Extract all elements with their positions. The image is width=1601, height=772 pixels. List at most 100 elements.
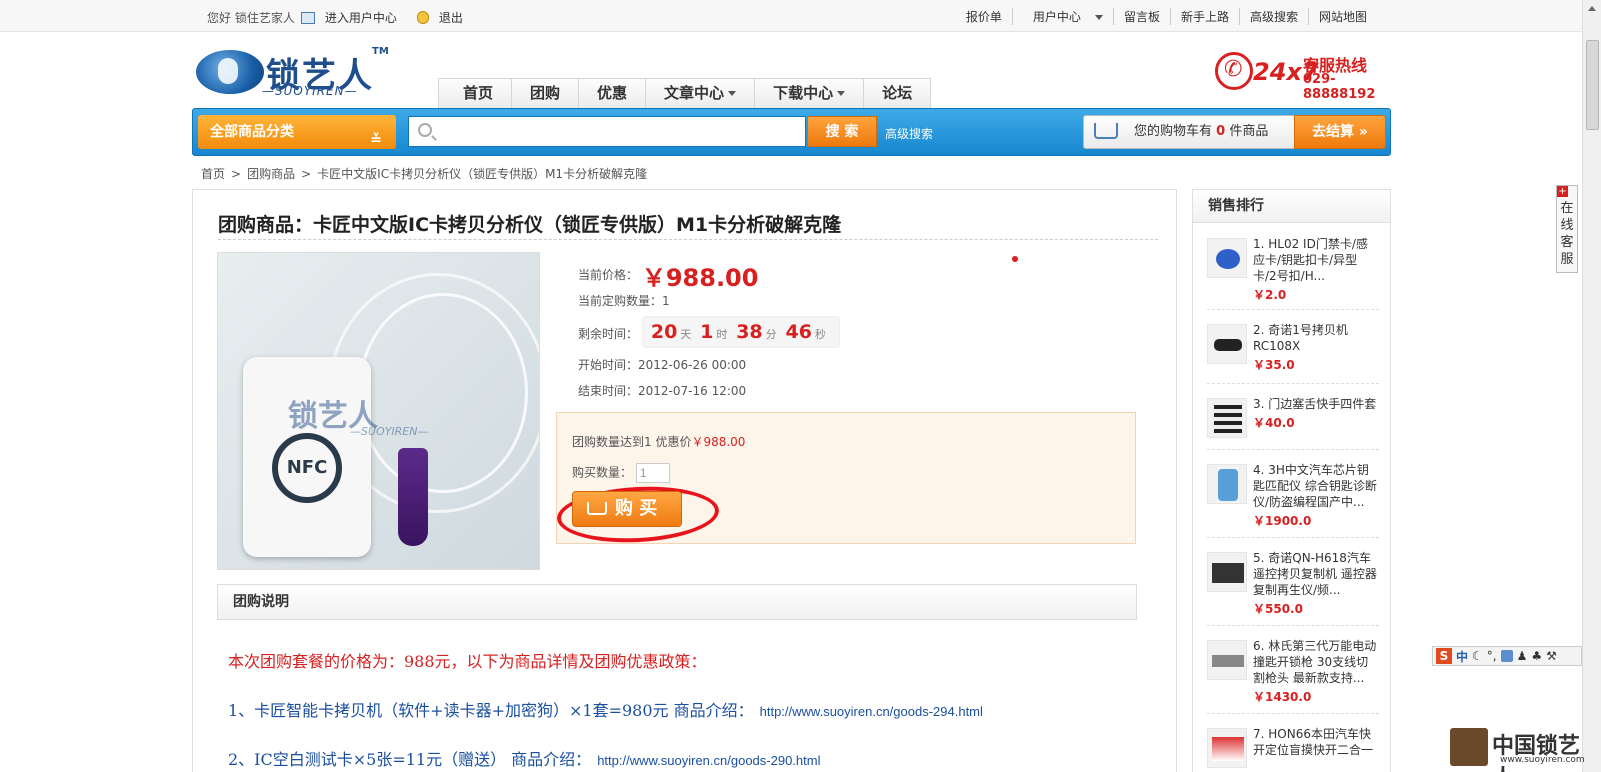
list-item[interactable]: 3. 门边塞舌快手四件套 ￥40.0 xyxy=(1207,396,1379,450)
item-title: 6. 林氏第三代万能电动撞匙开锁枪 30支线切割枪头 最新款支持... xyxy=(1253,639,1377,685)
nav-downloads[interactable]: 下载中心 xyxy=(754,79,863,108)
start-label: 开始时间： xyxy=(578,358,639,372)
start-value: 2012-06-26 00:00 xyxy=(638,358,747,372)
breadcrumb-current: 卡匠中文版IC卡拷贝分析仪（锁匠专供版）M1卡分析破解克隆 xyxy=(317,167,648,181)
search-box[interactable] xyxy=(408,116,806,147)
countdown-days: 20 xyxy=(650,321,678,343)
user-center-link[interactable]: 进入用户中心 xyxy=(325,9,397,26)
logout-link[interactable]: 退出 xyxy=(439,9,463,26)
wrench-icon[interactable]: ⚒ xyxy=(1546,649,1557,663)
list-item[interactable]: 5. 奇诺QN-H618汽车遥控拷贝复制机 遥控器复制再生仪/频... ￥550… xyxy=(1207,550,1379,626)
list-item[interactable]: 6. 林氏第三代万能电动撞匙开锁枪 30支线切割枪头 最新款支持... ￥143… xyxy=(1207,638,1379,714)
chevron-down-icon xyxy=(1094,15,1103,20)
advanced-search-link[interactable]: 高级搜索 xyxy=(885,125,933,142)
buy-button[interactable]: 购 买 xyxy=(572,491,682,527)
hours-unit: 时 xyxy=(716,328,728,341)
price-row: 当前价格： ￥988.00 xyxy=(578,258,758,293)
description-line-3: 2、IC空白测试卡×5张=11元（赠送） 商品介绍： http://www.suo… xyxy=(228,746,820,770)
punctuation-icon[interactable]: °, xyxy=(1487,649,1497,663)
item-title: 4. 3H中文汽车芯片钥匙匹配仪 综合钥匙诊断仪/防盗编程国产中... xyxy=(1253,463,1377,509)
user-center-menu-label: 用户中心 xyxy=(1032,10,1081,24)
logo-swirl-icon xyxy=(196,50,264,94)
product-image[interactable]: NFC 锁艺人 —SUOYIREN— xyxy=(217,252,540,570)
product-title: 团购商品：卡匠中文版IC卡拷贝分析仪（锁匠专供版）M1卡分析破解克隆 xyxy=(218,214,842,236)
description-line-2-text: 1、卡匠智能卡拷贝机（软件+读卡器+加密狗）×1套=980元 商品介绍： xyxy=(228,701,754,720)
vertical-scrollbar[interactable] xyxy=(1582,0,1601,772)
breadcrumb-groupbuy[interactable]: 团购商品 xyxy=(247,167,295,181)
item-thumbnail xyxy=(1207,324,1247,364)
ime-toolbar[interactable]: S 中 ☾ °, ♟ ♣ ⚒ xyxy=(1432,646,1582,666)
site-logo[interactable]: 锁艺人 TM —SUOYIREN— xyxy=(196,46,391,102)
nav-downloads-label: 下载中心 xyxy=(773,84,834,102)
breadcrumb-sep: > xyxy=(301,167,312,181)
red-dot-mark xyxy=(1012,256,1018,262)
sales-ranking-title: 销售排行 xyxy=(1193,190,1390,223)
logout-label: 退出 xyxy=(438,11,463,25)
lock-icon xyxy=(416,11,429,24)
goods-290-link[interactable]: http://www.suoyiren.cn/goods-290.html xyxy=(597,753,820,768)
search-button[interactable]: 搜 索 xyxy=(807,116,877,147)
nav-home[interactable]: 首页 xyxy=(439,79,511,108)
quote-link[interactable]: 报价单 xyxy=(956,8,1012,25)
seconds-unit: 秒 xyxy=(814,328,826,341)
cart-suffix: 件商品 xyxy=(1229,124,1269,139)
hotline: 24x7 客服热线 029-88888192 xyxy=(1215,50,1395,102)
quantity-input[interactable] xyxy=(635,463,670,483)
item-price: ￥1900.0 xyxy=(1253,514,1312,528)
advanced-search-link[interactable]: 高级搜索 xyxy=(1238,8,1308,25)
countdown-row: 剩余时间： 20 天 1时 38 分 46 秒 xyxy=(578,316,840,348)
item-price: ￥2.0 xyxy=(1253,288,1287,302)
all-categories-button[interactable]: 全部商品分类 ≚ xyxy=(198,115,396,149)
description-line-2: 1、卡匠智能卡拷贝机（软件+读卡器+加密狗）×1套=980元 商品介绍： http… xyxy=(228,697,983,721)
cable-shape xyxy=(358,293,528,493)
item-price: ￥1430.0 xyxy=(1253,690,1312,704)
footer-watermark: 中国锁艺人 www.suoyiren.com xyxy=(1450,726,1585,772)
list-item[interactable]: 7. HON66本田汽车快开定位盲摸快开二合一 xyxy=(1207,726,1379,772)
minutes-unit: 分 xyxy=(765,328,777,341)
description-line-3-text: 2、IC空白测试卡×5张=11元（赠送） 商品介绍： xyxy=(228,750,592,769)
offer-text: 团购数量达到1 优惠价￥988.00 xyxy=(572,433,745,450)
search-input[interactable] xyxy=(439,121,799,143)
list-item[interactable]: 1. HL02 ID门禁卡/感应卡/钥匙扣卡/异型卡/2号扣/H... ￥2.0 xyxy=(1207,236,1379,310)
user-center-menu[interactable]: 用户中心 xyxy=(1011,8,1113,25)
ime-mode[interactable]: 中 xyxy=(1456,648,1468,665)
checkout-button[interactable]: 去结算 » xyxy=(1294,115,1386,149)
buy-box: 团购数量达到1 优惠价￥988.00 购买数量： 购 买 xyxy=(555,412,1136,547)
cart-summary[interactable]: 您的购物车有 0 件商品 xyxy=(1083,115,1295,149)
online-service-tab[interactable]: + 在线客服 xyxy=(1556,185,1578,273)
countdown-minutes: 38 xyxy=(736,321,763,343)
moon-icon[interactable]: ☾ xyxy=(1472,649,1483,663)
nav-groupbuy[interactable]: 团购 xyxy=(511,79,578,108)
nav-forum[interactable]: 论坛 xyxy=(863,79,930,108)
keyboard-icon[interactable] xyxy=(1500,650,1513,662)
cart-icon xyxy=(1094,123,1118,139)
start-row: 开始时间：2012-06-26 00:00 xyxy=(578,356,746,373)
product-panel: 团购商品：卡匠中文版IC卡拷贝分析仪（锁匠专供版）M1卡分析破解克隆 NFC 锁… xyxy=(192,189,1177,772)
nav-articles[interactable]: 文章中心 xyxy=(645,79,754,108)
item-title: 3. 门边塞舌快手四件套 xyxy=(1253,397,1377,411)
chevron-down-icon xyxy=(728,91,737,96)
scroll-up-icon[interactable] xyxy=(1588,6,1596,11)
top-bar-left: 您好 锁住艺家人 进入用户中心 退出 xyxy=(207,9,477,26)
ordered-label: 当前定购数量： xyxy=(578,294,663,308)
goods-294-link[interactable]: http://www.suoyiren.cn/goods-294.html xyxy=(760,704,983,719)
top-bar-links: 报价单 用户中心 留言板 新手上路 高级搜索 网站地图 xyxy=(956,8,1377,25)
nav-deals[interactable]: 优惠 xyxy=(578,79,645,108)
sitemap-link[interactable]: 网站地图 xyxy=(1307,8,1377,25)
all-categories-label: 全部商品分类 xyxy=(210,124,294,140)
item-price: ￥40.0 xyxy=(1253,416,1295,430)
skin-icon[interactable]: ♣ xyxy=(1531,649,1542,663)
item-thumbnail xyxy=(1207,552,1247,592)
item-price: ￥550.0 xyxy=(1253,602,1303,616)
beginner-link[interactable]: 新手上路 xyxy=(1169,8,1239,25)
user-icon[interactable]: ♟ xyxy=(1517,649,1528,663)
item-title: 5. 奇诺QN-H618汽车遥控拷贝复制机 遥控器复制再生仪/频... xyxy=(1253,551,1377,597)
ordered-value: 1 xyxy=(662,294,670,308)
scrollbar-thumb[interactable] xyxy=(1586,40,1599,130)
guestbook-link[interactable]: 留言板 xyxy=(1112,8,1170,25)
item-thumbnail xyxy=(1207,464,1247,504)
breadcrumb-home[interactable]: 首页 xyxy=(201,167,225,181)
ime-logo-icon: S xyxy=(1436,648,1452,664)
list-item[interactable]: 4. 3H中文汽车芯片钥匙匹配仪 综合钥匙诊断仪/防盗编程国产中... ￥190… xyxy=(1207,462,1379,538)
list-item[interactable]: 2. 奇诺1号拷贝机RC108X ￥35.0 xyxy=(1207,322,1379,384)
